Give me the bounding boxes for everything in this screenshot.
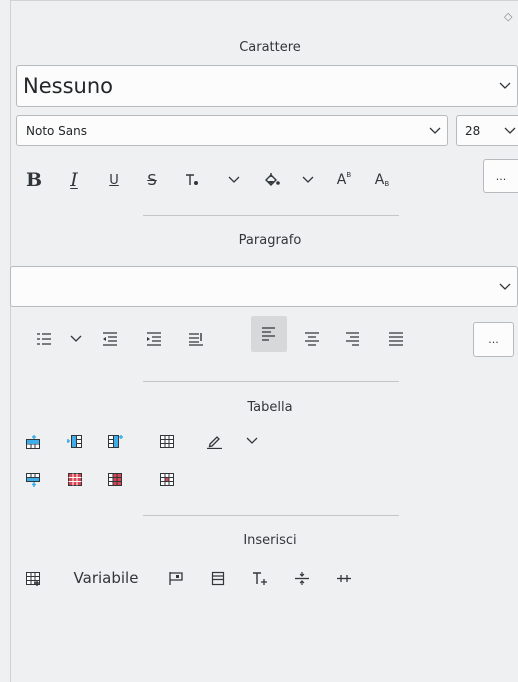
insert-bookmark-button[interactable]: [166, 566, 186, 590]
highlight-button[interactable]: [260, 168, 284, 192]
font-color-menu[interactable]: [226, 168, 242, 192]
split-icon: [295, 571, 309, 585]
character-more-button[interactable]: ...: [483, 159, 518, 193]
panel-left-border: [10, 0, 11, 682]
delete-column-button[interactable]: [106, 467, 124, 491]
increase-indent-button[interactable]: [144, 327, 164, 351]
insert-row-above-button[interactable]: [24, 429, 42, 453]
insert-text-field-button[interactable]: [250, 566, 270, 590]
table-border-button[interactable]: [204, 429, 226, 453]
insert-section-button[interactable]: [208, 566, 228, 590]
insert-section-title: Inserisci: [243, 533, 297, 548]
line-spacing-icon: [189, 333, 203, 346]
font-size-value: 28: [465, 123, 481, 138]
superscript-button[interactable]: AB: [332, 168, 356, 192]
separator: [143, 515, 399, 516]
justify-button[interactable]: [386, 327, 406, 351]
paragraph-spacing-button[interactable]: [186, 327, 206, 351]
numbered-list-icon: [37, 333, 51, 345]
indent-less-icon: [103, 332, 117, 346]
align-left-button[interactable]: [259, 322, 279, 346]
underline-button[interactable]: U: [104, 168, 124, 192]
chevron-down-icon: [246, 437, 258, 444]
connector-icon: [337, 574, 351, 582]
chevron-down-icon: [504, 127, 516, 134]
insert-row-below-button[interactable]: [24, 467, 42, 491]
panel-top-border: [10, 0, 518, 1]
font-size-dropdown[interactable]: 28: [456, 115, 518, 146]
font-name-value: Noto Sans: [26, 123, 88, 138]
character-style-value: Nessuno: [23, 74, 113, 98]
font-name-dropdown[interactable]: Noto Sans: [16, 115, 448, 146]
align-center-button[interactable]: [302, 327, 322, 351]
insert-row-above-icon: [26, 434, 40, 449]
pencil-icon: [207, 435, 222, 449]
strikethrough-button[interactable]: S: [142, 168, 162, 192]
insert-table-icon: [26, 571, 40, 586]
insert-split-button[interactable]: [292, 566, 312, 590]
font-color-button[interactable]: [180, 168, 204, 192]
delete-table-button[interactable]: [66, 467, 84, 491]
table-border-menu[interactable]: [244, 429, 260, 453]
insert-column-left-icon: [67, 434, 82, 448]
chevron-down-icon: [70, 335, 82, 342]
text-color-icon: [186, 174, 198, 185]
insert-connector-button[interactable]: [334, 566, 354, 590]
character-section-title: Carattere: [239, 40, 301, 55]
table-grid-icon: [160, 434, 174, 448]
chevron-down-icon: [302, 176, 314, 183]
align-left-icon: [262, 327, 275, 341]
subscript-glyph: A: [374, 172, 385, 188]
insert-table-button[interactable]: [24, 566, 42, 590]
text-insert-icon: [253, 571, 267, 585]
insert-column-right-button[interactable]: [106, 429, 124, 453]
numbering-button[interactable]: [34, 327, 54, 351]
panel-pin-icon[interactable]: ◇: [504, 10, 512, 23]
merge-cells-button[interactable]: [158, 429, 176, 453]
delete-cell-icon: [160, 472, 174, 486]
delete-column-icon: [108, 472, 122, 486]
chevron-down-icon: [429, 127, 441, 134]
insert-variable-button[interactable]: Variabile: [66, 566, 146, 590]
insert-column-right-icon: [108, 434, 123, 448]
chevron-down-icon: [499, 82, 511, 89]
paragraph-section-title: Paragrafo: [238, 233, 302, 248]
highlight-menu[interactable]: [300, 168, 316, 192]
insert-column-left-button[interactable]: [66, 429, 84, 453]
paragraph-more-button[interactable]: ...: [473, 322, 514, 357]
align-right-icon: [346, 332, 359, 346]
fill-bucket-icon: [265, 173, 280, 186]
indent-more-icon: [147, 332, 161, 346]
align-justify-icon: [389, 332, 403, 346]
chevron-down-icon: [228, 176, 240, 183]
delete-table-icon: [68, 472, 82, 486]
separator: [143, 215, 399, 216]
bold-button[interactable]: B: [22, 168, 46, 192]
flag-icon: [169, 571, 183, 585]
insert-row-below-icon: [26, 472, 40, 487]
delete-row-button[interactable]: [158, 467, 176, 491]
align-right-button[interactable]: [342, 327, 362, 351]
decrease-indent-button[interactable]: [100, 327, 120, 351]
character-style-dropdown[interactable]: Nessuno: [16, 65, 518, 107]
document-section-icon: [211, 571, 225, 585]
align-center-icon: [305, 332, 319, 346]
italic-button[interactable]: I: [62, 168, 86, 192]
separator: [143, 381, 399, 382]
superscript-glyph: A: [336, 172, 347, 188]
paragraph-style-dropdown[interactable]: [10, 266, 518, 307]
table-section-title: Tabella: [247, 400, 293, 415]
numbering-menu[interactable]: [68, 327, 84, 351]
chevron-down-icon: [499, 283, 511, 290]
subscript-button[interactable]: AB: [370, 168, 394, 192]
